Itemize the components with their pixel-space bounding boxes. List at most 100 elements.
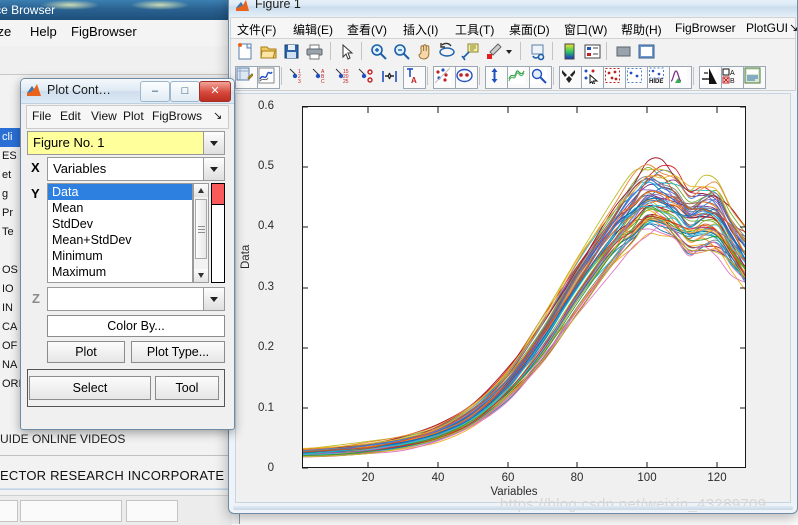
plot-tools-icon[interactable] xyxy=(257,66,280,89)
show-points-icon[interactable] xyxy=(625,66,648,89)
abc-labels-icon[interactable]: ABC xyxy=(310,66,333,89)
figure-titlebar[interactable]: Figure 1 xyxy=(229,0,797,17)
x-variable-dropdown[interactable]: Variables xyxy=(47,157,225,181)
menu-insert[interactable]: 插入(I) xyxy=(403,21,438,38)
workspace-browser-toolbar xyxy=(0,46,240,75)
plot-controls-titlebar[interactable]: Plot Cont… – □ ✕ xyxy=(21,79,234,104)
link-data-icon[interactable] xyxy=(527,41,550,64)
list-item[interactable]: Mean xyxy=(48,200,192,216)
chevron-overflow-icon[interactable]: ↘ xyxy=(213,109,222,122)
pc-menu-figbrowser[interactable]: FigBrows xyxy=(152,109,202,123)
plot-browser-icon[interactable] xyxy=(636,41,659,64)
close-button[interactable]: ✕ xyxy=(199,81,231,102)
list-item[interactable]: StdDev xyxy=(48,216,192,232)
spectra-icon[interactable] xyxy=(507,66,530,89)
rotate-3d-icon[interactable] xyxy=(437,41,460,64)
figure-selector-dropdown[interactable]: Figure No. 1 xyxy=(27,131,225,155)
save-figure-icon[interactable] xyxy=(281,41,304,64)
colorbar-icon[interactable] xyxy=(613,41,636,64)
target-icon[interactable] xyxy=(455,66,478,89)
spectrum-line xyxy=(303,200,745,454)
plot-type-button[interactable]: Plot Type... xyxy=(131,341,225,363)
chevron-overflow-icon[interactable]: ↘ xyxy=(789,21,797,34)
annotate-icon[interactable]: A xyxy=(403,66,426,89)
colormap-icon[interactable] xyxy=(559,41,582,64)
table-view-icon[interactable] xyxy=(743,66,766,89)
edit-data-icon[interactable] xyxy=(235,66,258,89)
range-labels-icon[interactable]: 15 20 25 xyxy=(333,66,356,89)
pointer-icon[interactable] xyxy=(336,41,359,64)
chevron-down-icon[interactable] xyxy=(203,132,224,154)
legend-icon[interactable] xyxy=(582,41,605,64)
color-swatch[interactable] xyxy=(212,184,224,205)
zoom-in-icon[interactable] xyxy=(368,41,391,64)
ws-menu-help[interactable]: Help xyxy=(30,24,57,39)
align-axes-icon[interactable] xyxy=(379,66,402,89)
menu-desktop[interactable]: 桌面(D) xyxy=(509,21,550,38)
scroll-down-icon[interactable] xyxy=(194,269,208,282)
select-button[interactable]: Select xyxy=(29,376,151,400)
brush-dropdown-icon[interactable] xyxy=(503,41,515,64)
tool-button[interactable]: Tool xyxy=(155,376,219,400)
figure-status-rule xyxy=(233,506,793,510)
scroll-up-icon[interactable] xyxy=(194,184,208,197)
y-variable-listbox[interactable]: Data Mean StdDev Mean+StdDev Minimum Max… xyxy=(47,183,193,283)
menu-view[interactable]: 查看(V) xyxy=(347,21,387,38)
spectrum-line xyxy=(303,206,745,456)
data-cursor-icon[interactable] xyxy=(460,41,483,64)
scatter-icon[interactable] xyxy=(433,66,456,89)
settings-icon[interactable] xyxy=(559,66,582,89)
contrast-icon[interactable] xyxy=(699,66,722,89)
menu-edit[interactable]: 编辑(E) xyxy=(293,21,333,38)
list-item[interactable]: Data xyxy=(48,184,192,200)
pan-icon[interactable] xyxy=(414,41,437,64)
select-points-icon[interactable] xyxy=(581,66,604,89)
print-figure-icon[interactable] xyxy=(304,41,327,64)
select-region-icon[interactable] xyxy=(603,66,626,89)
zoom-out-icon[interactable] xyxy=(391,41,414,64)
spectrum-line xyxy=(303,220,745,456)
number-labels-icon[interactable]: 123 xyxy=(287,66,310,89)
chevron-down-icon[interactable] xyxy=(203,158,224,180)
menu-file[interactable]: 文件(F) xyxy=(237,21,276,38)
scrollbar-thumb[interactable] xyxy=(195,199,207,259)
checkbox-ab-icon[interactable]: AB xyxy=(721,66,744,89)
list-item[interactable]: Maximum xyxy=(48,264,192,280)
ws-menu-analyze[interactable]: Analyze xyxy=(0,24,11,39)
spectrum-line xyxy=(303,192,745,454)
pc-menu-plot[interactable]: Plot xyxy=(123,109,144,123)
list-item[interactable]: Mean+StdDev xyxy=(48,232,192,248)
hide-points-icon[interactable]: HIDE xyxy=(647,66,670,89)
spectrum-line xyxy=(303,228,745,458)
svg-text:25: 25 xyxy=(343,79,349,85)
open-file-icon[interactable] xyxy=(258,41,281,64)
y-list-scrollbar[interactable] xyxy=(193,183,209,283)
pc-menu-view[interactable]: View xyxy=(91,109,117,123)
minimize-button[interactable]: – xyxy=(140,81,170,102)
color-by-button[interactable]: Color By... xyxy=(47,315,225,337)
ws-menu-figbrowser[interactable]: FigBrowser xyxy=(71,24,137,39)
figure-canvas[interactable]: Data 0.6 0.5 0.4 0.3 0.2 0.1 0 20 40 60 … xyxy=(235,93,791,513)
menu-help[interactable]: 帮助(H) xyxy=(621,21,662,38)
z-variable-dropdown[interactable] xyxy=(47,287,225,311)
menu-tools[interactable]: 工具(T) xyxy=(455,21,494,38)
pc-menu-edit[interactable]: Edit xyxy=(60,109,81,123)
zoom-data-icon[interactable] xyxy=(529,66,552,89)
list-item[interactable]: Minimum xyxy=(48,248,192,264)
chevron-down-icon[interactable] xyxy=(203,288,224,310)
menu-plotgui[interactable]: PlotGUI xyxy=(746,21,788,35)
plot-button[interactable]: Plot xyxy=(47,341,125,363)
new-figure-icon[interactable] xyxy=(235,41,258,64)
spectrum-line xyxy=(303,193,745,455)
menu-window[interactable]: 窗口(W) xyxy=(564,21,607,38)
plot-area[interactable] xyxy=(302,106,746,468)
figure-menubar: 文件(F) 编辑(E) 查看(V) 插入(I) 工具(T) 桌面(D) 窗口(W… xyxy=(230,17,797,39)
peak-fit-icon[interactable] xyxy=(669,66,692,89)
series-color-swatch-column[interactable] xyxy=(211,183,225,283)
menu-figbrowser[interactable]: FigBrowser xyxy=(675,21,736,35)
list-item[interactable]: Number Missing xyxy=(48,280,192,282)
flip-axis-icon[interactable] xyxy=(485,66,508,89)
class-markers-icon[interactable] xyxy=(356,66,379,89)
maximize-button[interactable]: □ xyxy=(170,81,200,102)
pc-menu-file[interactable]: File xyxy=(32,109,51,123)
